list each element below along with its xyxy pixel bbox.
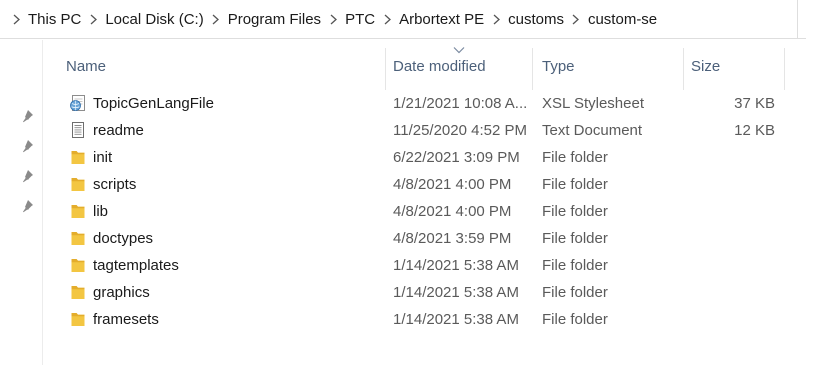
file-date-modified: 6/22/2021 3:09 PM xyxy=(393,149,520,166)
file-date-modified: 1/14/2021 5:38 AM xyxy=(393,284,519,301)
breadcrumb-item-custom-se[interactable]: custom-se xyxy=(586,9,659,30)
column-divider[interactable] xyxy=(385,48,386,90)
chevron-right-icon[interactable] xyxy=(380,10,394,30)
address-bar[interactable]: This PC Local Disk (C:) Program Files PT… xyxy=(0,0,806,39)
column-divider[interactable] xyxy=(532,48,533,90)
file-row[interactable]: lib 4/8/2021 4:00 PM File folder xyxy=(43,198,816,225)
file-row[interactable]: framesets 1/14/2021 5:38 AM File folder xyxy=(43,306,816,333)
file-type: XSL Stylesheet xyxy=(542,95,645,112)
file-row[interactable]: TopicGenLangFile 1/21/2021 10:08 A... XS… xyxy=(43,90,816,117)
file-name: lib xyxy=(93,203,109,220)
file-date-modified: 1/21/2021 10:08 A... xyxy=(393,95,528,112)
folder-icon xyxy=(69,310,87,328)
file-type: File folder xyxy=(542,203,608,220)
folder-icon xyxy=(69,175,87,193)
file-row[interactable]: graphics 1/14/2021 5:38 AM File folder xyxy=(43,279,816,306)
breadcrumb-item-arbortext-pe[interactable]: Arbortext PE xyxy=(397,9,486,30)
column-header-size[interactable]: Size xyxy=(691,58,720,75)
address-bar-edge xyxy=(797,0,798,39)
text-document-icon xyxy=(69,121,87,139)
file-name: tagtemplates xyxy=(93,257,179,274)
file-row[interactable]: init 6/22/2021 3:09 PM File folder xyxy=(43,144,816,171)
column-divider[interactable] xyxy=(784,48,785,90)
file-date-modified: 1/14/2021 5:38 AM xyxy=(393,311,519,328)
file-type: File folder xyxy=(542,176,608,193)
file-row[interactable]: scripts 4/8/2021 4:00 PM File folder xyxy=(43,171,816,198)
file-name: init xyxy=(93,149,113,166)
file-name: readme xyxy=(93,122,144,139)
file-name: scripts xyxy=(93,176,137,193)
pin-icon[interactable] xyxy=(22,199,36,213)
file-name: TopicGenLangFile xyxy=(93,95,214,112)
chevron-right-icon[interactable] xyxy=(209,10,223,30)
chevron-right-icon[interactable] xyxy=(569,10,583,30)
column-header-date-modified[interactable]: Date modified xyxy=(393,58,486,75)
file-row[interactable]: readme 11/25/2020 4:52 PM Text Document … xyxy=(43,117,816,144)
file-type: Text Document xyxy=(542,122,643,139)
file-date-modified: 4/8/2021 3:59 PM xyxy=(393,230,512,247)
xsl-stylesheet-icon xyxy=(69,94,87,112)
file-list: TopicGenLangFile 1/21/2021 10:08 A... XS… xyxy=(43,90,816,333)
chevron-right-icon[interactable] xyxy=(326,10,340,30)
column-header-type[interactable]: Type xyxy=(542,58,575,75)
breadcrumb: This PC Local Disk (C:) Program Files PT… xyxy=(6,0,659,39)
chevron-right-icon[interactable] xyxy=(86,10,100,30)
folder-icon xyxy=(69,256,87,274)
column-divider[interactable] xyxy=(683,48,684,90)
file-row[interactable]: doctypes 4/8/2021 3:59 PM File folder xyxy=(43,225,816,252)
folder-icon xyxy=(69,202,87,220)
sort-chevron-icon xyxy=(453,47,465,54)
quick-access-pins xyxy=(0,40,42,365)
file-name: doctypes xyxy=(93,230,154,247)
file-name: framesets xyxy=(93,311,159,328)
file-type: File folder xyxy=(542,149,608,166)
column-headers: Name Date modified Type Size xyxy=(43,40,816,92)
chevron-right-icon[interactable] xyxy=(489,10,503,30)
pin-icon[interactable] xyxy=(22,139,36,153)
file-size: 37 KB xyxy=(734,95,775,112)
file-name: graphics xyxy=(93,284,150,301)
file-type: File folder xyxy=(542,230,608,247)
file-row[interactable]: tagtemplates 1/14/2021 5:38 AM File fold… xyxy=(43,252,816,279)
breadcrumb-item-this-pc[interactable]: This PC xyxy=(26,9,83,30)
file-date-modified: 4/8/2021 4:00 PM xyxy=(393,176,512,193)
file-date-modified: 11/25/2020 4:52 PM xyxy=(393,122,527,139)
pin-icon[interactable] xyxy=(22,169,36,183)
column-header-name[interactable]: Name xyxy=(66,58,106,75)
file-explorer-window: This PC Local Disk (C:) Program Files PT… xyxy=(0,0,816,365)
file-date-modified: 4/8/2021 4:00 PM xyxy=(393,203,512,220)
folder-icon xyxy=(69,283,87,301)
breadcrumb-item-customs[interactable]: customs xyxy=(506,9,566,30)
folder-icon xyxy=(69,148,87,166)
folder-icon xyxy=(69,229,87,247)
breadcrumb-item-local-disk[interactable]: Local Disk (C:) xyxy=(103,9,205,30)
file-type: File folder xyxy=(542,311,608,328)
breadcrumb-item-program-files[interactable]: Program Files xyxy=(226,9,323,30)
file-type: File folder xyxy=(542,284,608,301)
file-size: 12 KB xyxy=(734,122,775,139)
file-date-modified: 1/14/2021 5:38 AM xyxy=(393,257,519,274)
breadcrumb-item-ptc[interactable]: PTC xyxy=(343,9,377,30)
file-type: File folder xyxy=(542,257,608,274)
chevron-right-icon[interactable] xyxy=(9,10,23,30)
pin-icon[interactable] xyxy=(22,109,36,123)
